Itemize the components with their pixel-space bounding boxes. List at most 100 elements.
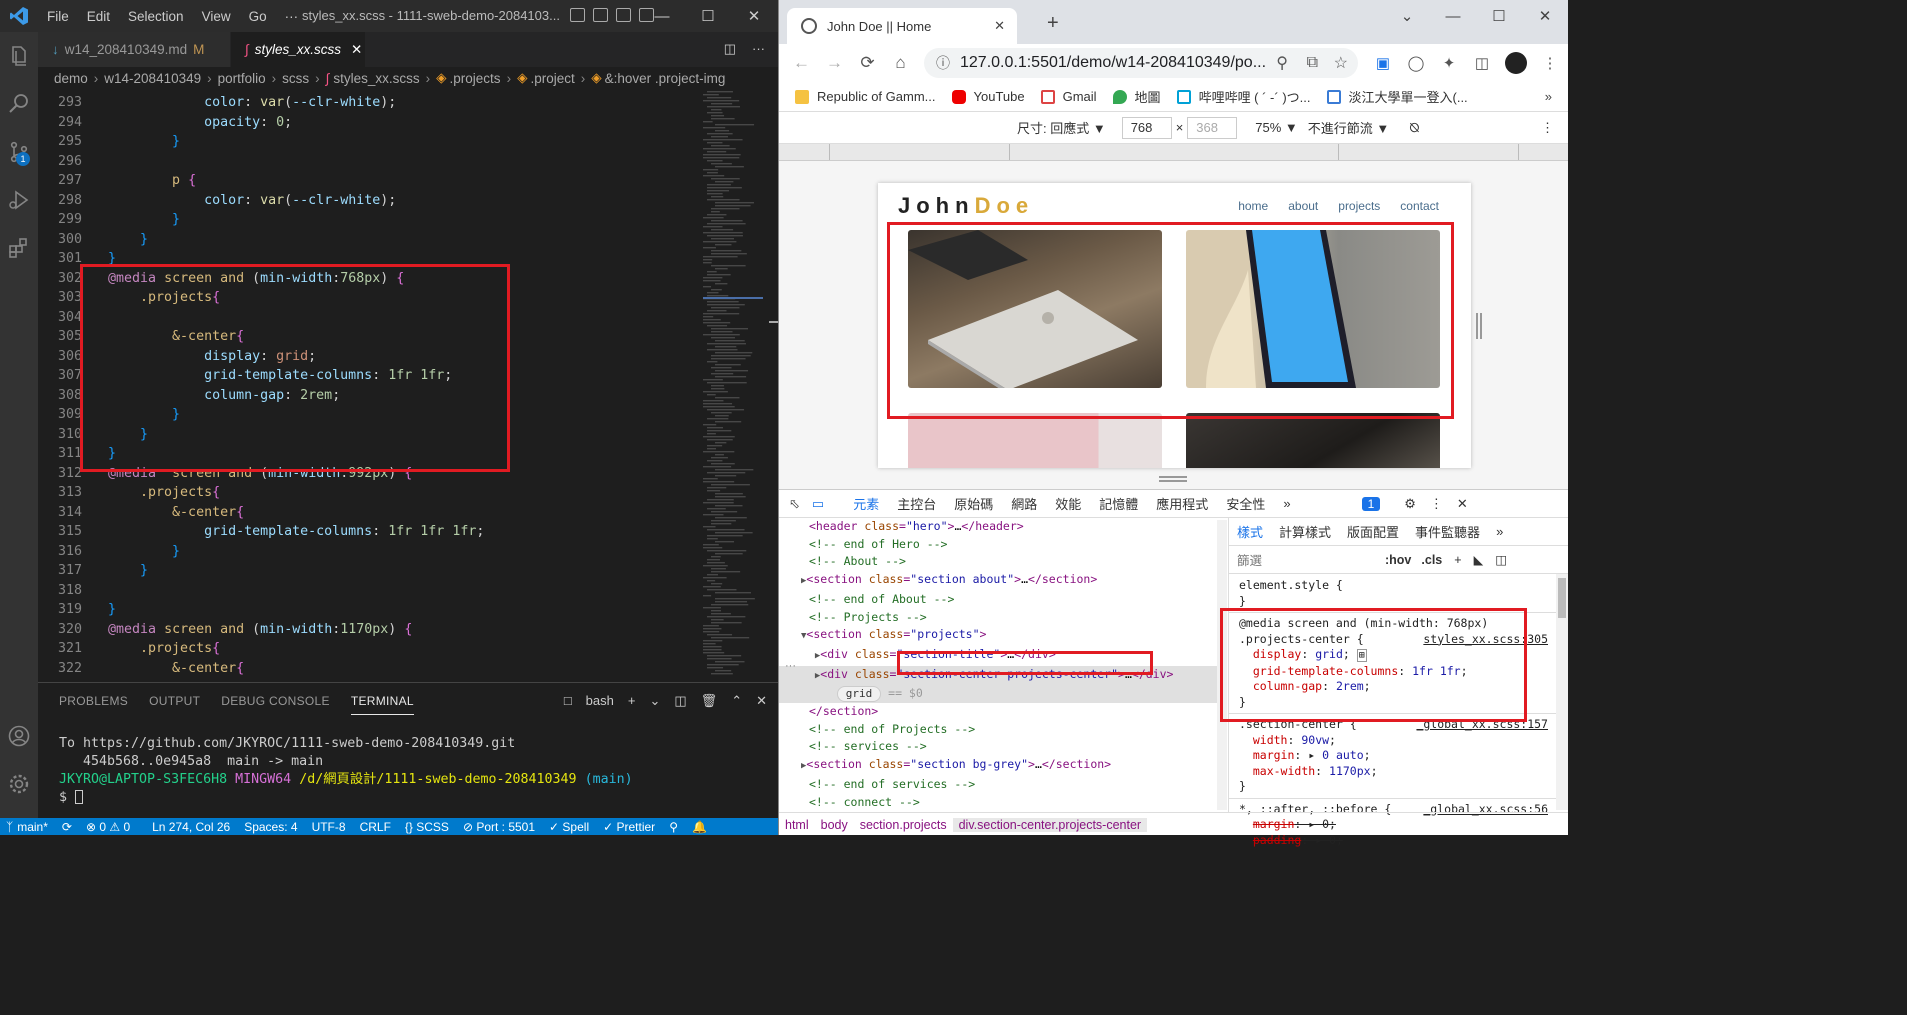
site-logo[interactable]: JohnDoe [898, 193, 1034, 219]
forward-icon[interactable]: → [818, 53, 851, 73]
settings-gear-icon[interactable]: ⚙ [1404, 496, 1416, 512]
status-language[interactable]: {} SCSS [405, 820, 449, 834]
tab-memory[interactable]: 記憶體 [1090, 494, 1147, 513]
bookmark-item[interactable]: Republic of Gamm... [795, 89, 936, 104]
more-bookmarks-icon[interactable]: » [1545, 89, 1552, 104]
new-tab-icon[interactable]: + [1047, 12, 1059, 35]
dom-comment[interactable]: <!-- end of Hero --> [809, 536, 1219, 554]
menu-view[interactable]: View [193, 9, 240, 24]
menu-go[interactable]: Go [240, 9, 276, 24]
tab-console[interactable]: 主控台 [888, 494, 945, 513]
dom-node[interactable]: ▶<section class="section bg-grey">…</sec… [801, 756, 1219, 776]
trash-icon[interactable]: 🗑 [701, 693, 718, 709]
code-line[interactable]: 310 } [38, 425, 698, 445]
code-line[interactable]: 317 } [38, 561, 698, 581]
terminal-shell-label[interactable]: bash [586, 693, 614, 709]
code-line[interactable]: 294 opacity: 0; [38, 113, 698, 133]
toggle-panel-icon[interactable] [593, 8, 608, 22]
status-position[interactable]: Ln 274, Col 26 [152, 820, 230, 834]
minimize-icon[interactable]: — [1430, 0, 1476, 32]
elements-tree[interactable]: <header class="hero">…</header> <!-- end … [779, 518, 1219, 812]
code-line[interactable]: 322 &-center{ [38, 659, 698, 679]
status-branch[interactable]: main* [17, 820, 48, 834]
sync-icon[interactable]: ⟳ [62, 820, 72, 834]
hover-state-toggle[interactable]: :hov [1385, 553, 1411, 567]
code-line[interactable]: 302 @media screen and (min-width:768px) { [38, 269, 698, 289]
nav-projects[interactable]: projects [1338, 199, 1380, 213]
toggle-secondary-sidebar-icon[interactable] [616, 8, 631, 22]
breadcrumb-item[interactable]: demo [54, 71, 88, 86]
bookmark-star-icon[interactable]: ☆ [1334, 53, 1348, 73]
code-line[interactable]: 296 [38, 152, 698, 172]
close-tab-icon[interactable]: ✕ [994, 18, 1005, 34]
code-line[interactable]: 304 [38, 308, 698, 328]
code-line[interactable]: 305 &-center{ [38, 327, 698, 347]
minimap[interactable] [703, 89, 763, 682]
reload-icon[interactable]: ⟳ [851, 53, 884, 73]
bookmark-item[interactable]: YouTube [951, 89, 1025, 104]
code-line[interactable]: 312 @media screen and (min-width:992px) { [38, 464, 698, 484]
code-line[interactable]: 300 } [38, 230, 698, 250]
avatar[interactable] [1505, 52, 1527, 74]
breadcrumb-item[interactable]: scss [282, 71, 309, 86]
extensions-icon[interactable] [0, 224, 38, 272]
maximize-icon[interactable]: ☐ [1476, 0, 1522, 32]
project-image-4[interactable] [1186, 413, 1440, 468]
code-line[interactable]: 321 .projects{ [38, 639, 698, 659]
tab-elements[interactable]: 元素 [844, 494, 888, 513]
crumb-html[interactable]: html [779, 818, 815, 832]
status-spaces[interactable]: Spaces: 4 [244, 820, 297, 834]
more-options-icon[interactable]: ··· [785, 660, 796, 672]
code-line[interactable]: 319} [38, 600, 698, 620]
tab-application[interactable]: 應用程式 [1147, 494, 1217, 513]
close-panel-icon[interactable]: ✕ [756, 693, 767, 709]
rotate-icon[interactable]: ⦰ [1409, 120, 1419, 136]
dom-node[interactable]: ▶<div class="section-title">…</div> [809, 646, 1219, 666]
tab-scss-file[interactable]: ∫ styles_xx.scss ✕ [231, 32, 366, 67]
crumb-body[interactable]: body [815, 818, 854, 832]
menu-edit[interactable]: Edit [78, 9, 119, 24]
kebab-menu-icon[interactable]: ⋮ [1430, 496, 1443, 512]
bookmark-item[interactable]: 淡江大學單一登入(... [1326, 87, 1468, 106]
status-spell[interactable]: ✓ Spell [549, 820, 589, 834]
status-problems[interactable]: ⊗ 0 ⚠ 0 [86, 820, 130, 834]
dom-node[interactable]: </section> [809, 703, 1219, 721]
zoom-icon[interactable]: ⚲ [1276, 53, 1288, 73]
address-bar[interactable]: ⓘ 127.0.0.1:5501/demo/w14-208410349/po..… [924, 48, 1358, 78]
grid-badge[interactable]: grid [836, 686, 882, 703]
dom-node[interactable]: <header class="hero">…</header> [809, 518, 1219, 536]
dom-comment[interactable]: <!-- connect --> [809, 794, 1219, 812]
tab-styles[interactable]: 樣式 [1229, 522, 1271, 541]
dom-node-selected[interactable]: ▶<div class="section-center projects-cen… [779, 665, 1219, 686]
notifications-bell-icon[interactable]: 🔔 [692, 820, 707, 834]
tab-close-icon[interactable]: ✕ [351, 42, 362, 58]
chevron-up-icon[interactable]: ⌃ [731, 693, 742, 709]
share-icon[interactable]: ⧉ [1307, 54, 1318, 72]
side-panel-icon[interactable]: ◫ [1472, 54, 1492, 72]
chevron-down-icon[interactable]: ⌄ [649, 693, 660, 709]
translate-icon[interactable]: ▣ [1373, 54, 1393, 72]
nav-about[interactable]: about [1288, 199, 1318, 213]
breadcrumb-item[interactable]: .project [530, 71, 574, 86]
paint-icon[interactable]: ◣ [1474, 552, 1484, 567]
puzzle-icon[interactable]: ✦ [1439, 54, 1459, 72]
split-terminal-icon[interactable]: ◫ [674, 693, 686, 709]
crumb-section[interactable]: section.projects [854, 818, 953, 832]
filter-input[interactable]: 篩選 [1237, 550, 1377, 569]
crumb-div[interactable]: div.section-center.projects-center [952, 817, 1148, 832]
tab-problems[interactable]: PROBLEMS [59, 694, 128, 708]
home-icon[interactable]: ⌂ [884, 53, 917, 73]
code-line[interactable]: 298 color: var(--clr-white); [38, 191, 698, 211]
tab-computed[interactable]: 計算樣式 [1271, 522, 1339, 541]
dom-node[interactable]: ▼<section class="projects"> [801, 626, 1219, 646]
bookmark-item[interactable]: Gmail [1040, 89, 1097, 104]
search-icon[interactable] [0, 80, 38, 128]
more-actions-icon[interactable]: ··· [752, 41, 765, 57]
dom-comment[interactable]: <!-- services --> [809, 738, 1219, 756]
throttle-select[interactable]: 不進行節流 ▼ [1308, 118, 1389, 137]
run-debug-icon[interactable] [0, 176, 38, 224]
dom-node[interactable]: ▶<section class="section about">…</secti… [801, 571, 1219, 591]
kebab-menu-icon[interactable]: ⋮ [1540, 54, 1560, 72]
explorer-icon[interactable] [0, 32, 38, 80]
status-encoding[interactable]: UTF-8 [312, 820, 346, 834]
